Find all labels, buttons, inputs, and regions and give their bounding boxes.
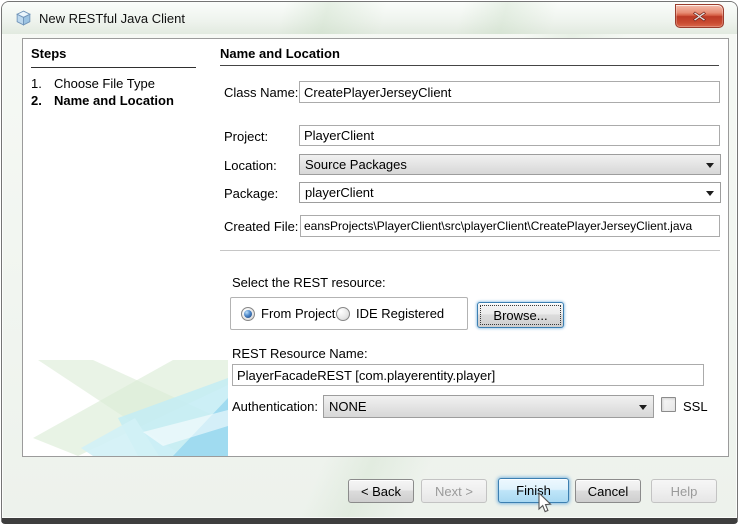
finish-button[interactable]: Finish xyxy=(498,478,569,503)
authentication-dropdown[interactable]: NONE xyxy=(323,395,654,418)
ssl-label: SSL xyxy=(683,399,708,414)
step-label: Choose File Type xyxy=(54,76,155,91)
chevron-down-icon xyxy=(639,404,647,410)
cancel-button[interactable]: Cancel xyxy=(575,479,641,503)
next-button[interactable]: Next > xyxy=(421,479,487,503)
class-name-label: Class Name: xyxy=(224,85,299,100)
created-file-input[interactable] xyxy=(300,215,720,237)
netbeans-watermark xyxy=(33,360,228,456)
ssl-checkbox[interactable] xyxy=(661,397,676,412)
app-cube-icon xyxy=(16,10,31,26)
section-divider xyxy=(220,250,720,251)
section-title: Name and Location xyxy=(220,46,719,66)
location-selected-value: Source Packages xyxy=(305,157,407,172)
step-number: 2. xyxy=(31,93,42,108)
radio-unselected-icon xyxy=(336,306,350,321)
location-label: Location: xyxy=(224,158,277,173)
created-file-label: Created File: xyxy=(224,219,299,234)
browse-button[interactable]: Browse... xyxy=(477,302,564,328)
help-button[interactable]: Help xyxy=(651,479,717,503)
dialog-window: New RESTful Java Client Steps 1. Choose … xyxy=(1,1,738,524)
chevron-down-icon xyxy=(706,190,714,196)
step-number: 1. xyxy=(31,76,42,91)
location-dropdown[interactable]: Source Packages xyxy=(299,154,721,175)
step-label: Name and Location xyxy=(54,93,174,108)
radio-ide-registered[interactable]: IDE Registered xyxy=(336,306,444,321)
package-combobox[interactable]: playerClient xyxy=(299,182,721,203)
title-bar[interactable]: New RESTful Java Client xyxy=(2,2,737,34)
project-input[interactable] xyxy=(299,125,720,146)
chevron-down-icon xyxy=(706,162,714,168)
authentication-selected-value: NONE xyxy=(329,399,367,414)
project-label: Project: xyxy=(224,129,269,144)
window-title: New RESTful Java Client xyxy=(39,10,185,26)
radio-ide-registered-label: IDE Registered xyxy=(356,306,445,321)
class-name-input[interactable] xyxy=(299,81,720,103)
radio-from-project-label: From Project xyxy=(261,306,336,321)
content-panel: Steps 1. Choose File Type 2. Name and Lo… xyxy=(22,38,729,457)
close-button[interactable] xyxy=(675,4,724,28)
radio-from-project[interactable]: From Project xyxy=(241,306,335,321)
package-selected-value: playerClient xyxy=(305,185,374,200)
select-rest-resource-label: Select the REST resource: xyxy=(232,275,386,290)
rest-resource-name-input[interactable] xyxy=(232,364,704,386)
radio-selected-icon xyxy=(241,306,255,321)
authentication-label: Authentication: xyxy=(232,399,319,414)
step-item-name-and-location: 2. Name and Location xyxy=(31,93,174,108)
steps-heading: Steps xyxy=(31,46,196,68)
rest-resource-name-label: REST Resource Name: xyxy=(232,346,368,361)
package-label: Package: xyxy=(224,186,279,201)
close-icon xyxy=(693,11,706,21)
back-button[interactable]: < Back xyxy=(348,479,414,503)
step-item-choose-file-type: 1. Choose File Type xyxy=(31,76,155,91)
